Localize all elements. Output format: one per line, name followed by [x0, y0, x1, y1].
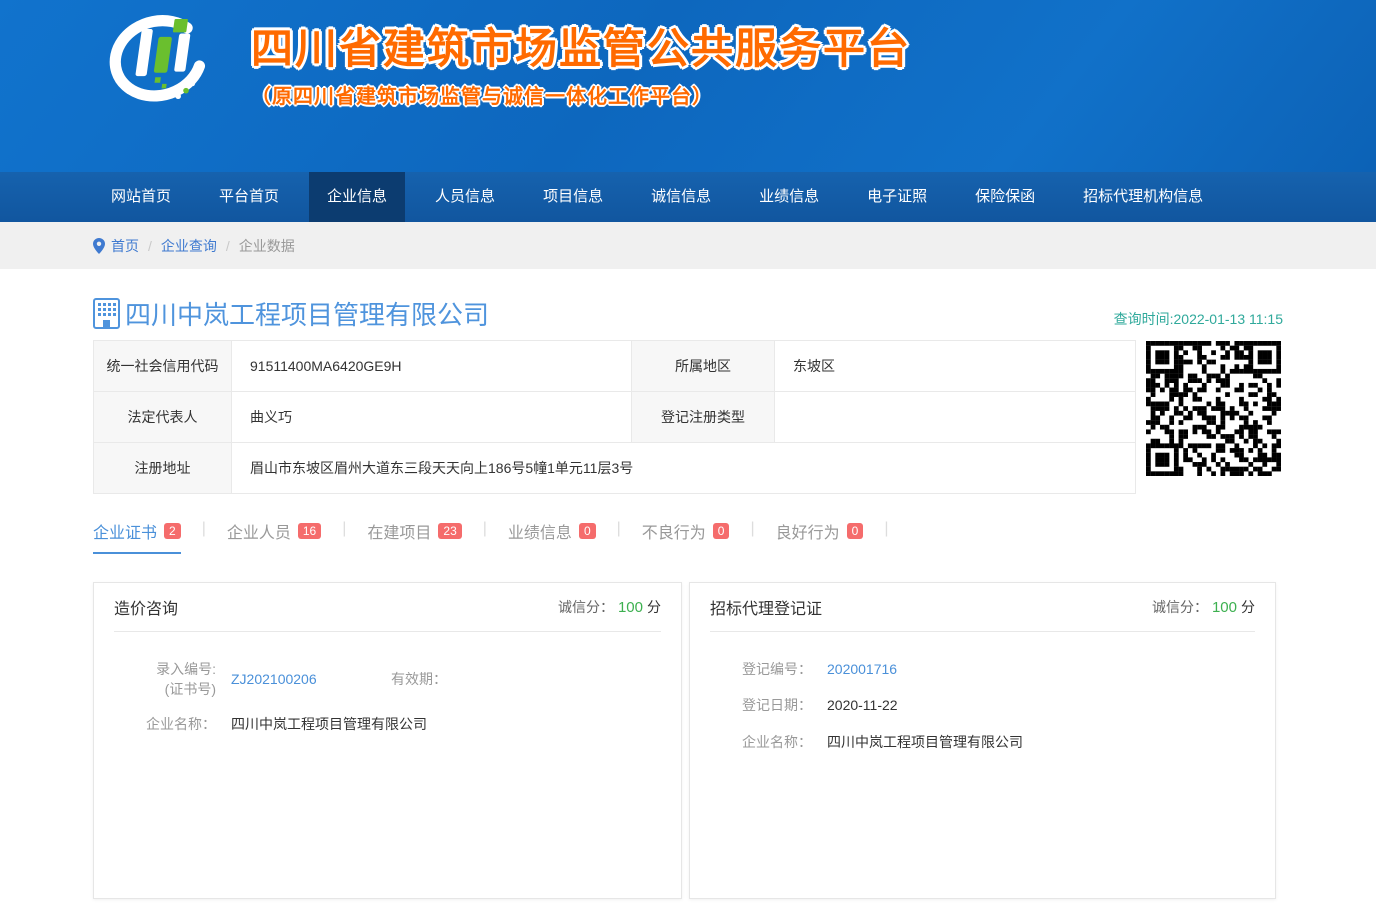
tab-separator: |: [342, 519, 346, 538]
nav-item-project-info[interactable]: 项目信息: [525, 172, 621, 222]
credit-score-unit: 分: [647, 599, 661, 615]
nav-item-home[interactable]: 网站首页: [93, 172, 189, 222]
qr-code: [1146, 341, 1281, 476]
nav-item-platform-home[interactable]: 平台首页: [201, 172, 297, 222]
enterprise-name-value: 四川中岚工程项目管理有限公司: [827, 732, 1023, 752]
region-value: 东坡区: [775, 341, 1136, 392]
credit-score-label: 诚信分：: [558, 599, 614, 615]
breadcrumb-current: 企业数据: [239, 236, 295, 256]
certificate-number-link[interactable]: ZJ202100206: [231, 671, 391, 687]
registered-address-value: 眉山市东坡区眉州大道东三段天天向上186号5幢1单元11层3号: [232, 443, 1136, 494]
registration-number-link[interactable]: 202001716: [827, 661, 897, 677]
count-badge: 0: [847, 523, 864, 539]
query-time: 查询时间:2022-01-13 11:15: [1114, 309, 1283, 331]
tab-separator: |: [750, 519, 754, 538]
tab-separator: |: [617, 519, 621, 538]
detail-tabs: 企业证书 2 | 企业人员 16 | 在建项目 23 | 业绩信息 0 | 不良…: [93, 519, 1283, 551]
card-title: 招标代理登记证: [710, 595, 822, 619]
credit-score-label: 诚信分：: [1152, 599, 1208, 615]
field-label: 统一社会信用代码: [94, 341, 232, 392]
field-label: 注册地址: [94, 443, 232, 494]
count-badge: 23: [438, 523, 461, 539]
company-info-table: 统一社会信用代码 91511400MA6420GE9H 所属地区 东坡区 法定代…: [93, 340, 1136, 494]
card-title: 造价咨询: [114, 595, 178, 619]
tab-label: 不良行为: [642, 519, 706, 543]
credit-code-value: 91511400MA6420GE9H: [232, 341, 632, 392]
table-row: 法定代表人 曲义巧 登记注册类型: [94, 392, 1136, 443]
count-badge: 2: [164, 523, 181, 539]
field-label: 登记日期：: [690, 695, 812, 715]
main-content: 四川中岚工程项目管理有限公司 查询时间:2022-01-13 11:15 统一社…: [93, 295, 1283, 899]
tab-separator: |: [202, 519, 206, 538]
field-label: 登记注册类型: [632, 392, 775, 443]
tab-projects-in-progress[interactable]: 在建项目 23: [367, 519, 461, 554]
tab-good-behavior[interactable]: 良好行为 0: [776, 519, 864, 554]
count-badge: 0: [713, 523, 730, 539]
registration-type-value: [775, 392, 1136, 443]
location-pin-icon: [93, 238, 105, 254]
registration-date-value: 2020-11-22: [827, 697, 898, 713]
site-header: 四川省建筑市场监管公共服务平台 （原四川省建筑市场监管与诚信一体化工作平台）: [0, 0, 1376, 172]
field-label: 登记编号：: [690, 659, 812, 679]
breadcrumb-home[interactable]: 首页: [111, 236, 139, 256]
tab-enterprise-certificates[interactable]: 企业证书 2: [93, 519, 181, 554]
tab-label: 业绩信息: [508, 519, 572, 543]
breadcrumb-separator: /: [226, 238, 230, 254]
tab-label: 良好行为: [776, 519, 840, 543]
field-label: 企业名称：: [690, 732, 812, 752]
site-subtitle: （原四川省建筑市场监管与诚信一体化工作平台）: [251, 80, 911, 109]
field-label: 录入编号: (证书号): [94, 659, 216, 700]
credit-score-value: 100: [618, 599, 643, 616]
credit-score: 诚信分：100分: [558, 597, 661, 617]
tab-separator: |: [483, 519, 487, 538]
tab-bad-behavior[interactable]: 不良行为 0: [642, 519, 730, 554]
certificate-card-cost-consulting: 造价咨询 诚信分：100分 录入编号: (证书号) ZJ202100206 有效…: [93, 582, 682, 899]
nav-item-insurance[interactable]: 保险保函: [957, 172, 1053, 222]
tab-enterprise-personnel[interactable]: 企业人员 16: [227, 519, 321, 554]
count-badge: 0: [579, 523, 596, 539]
breadcrumb: 首页 / 企业查询 / 企业数据: [0, 222, 1376, 269]
field-label: 法定代表人: [94, 392, 232, 443]
site-logo-icon: [99, 10, 217, 122]
nav-item-bidding-agency[interactable]: 招标代理机构信息: [1065, 172, 1221, 222]
legal-representative-value: 曲义巧: [232, 392, 632, 443]
tab-performance-info[interactable]: 业绩信息 0: [508, 519, 596, 554]
nav-item-personnel-info[interactable]: 人员信息: [417, 172, 513, 222]
enterprise-name-value: 四川中岚工程项目管理有限公司: [231, 714, 427, 734]
nav-item-enterprise-info[interactable]: 企业信息: [309, 172, 405, 222]
count-badge: 16: [298, 523, 321, 539]
credit-score-value: 100: [1212, 599, 1237, 616]
certificate-card-bidding-agency: 招标代理登记证 诚信分：100分 登记编号： 202001716 登记日期： 2…: [689, 582, 1276, 899]
credit-score: 诚信分：100分: [1152, 597, 1255, 617]
tab-separator: |: [884, 519, 888, 538]
building-icon: [93, 298, 120, 329]
tab-label: 在建项目: [367, 519, 431, 543]
breadcrumb-enterprise-query[interactable]: 企业查询: [161, 236, 217, 256]
table-row: 统一社会信用代码 91511400MA6420GE9H 所属地区 东坡区: [94, 341, 1136, 392]
nav-item-credit-info[interactable]: 诚信信息: [633, 172, 729, 222]
tab-label: 企业证书: [93, 519, 157, 543]
table-row: 注册地址 眉山市东坡区眉州大道东三段天天向上186号5幢1单元11层3号: [94, 443, 1136, 494]
nav-item-e-certificate[interactable]: 电子证照: [849, 172, 945, 222]
nav-item-performance-info[interactable]: 业绩信息: [741, 172, 837, 222]
main-nav: 网站首页 平台首页 企业信息 人员信息 项目信息 诚信信息 业绩信息 电子证照 …: [0, 172, 1376, 222]
site-title: 四川省建筑市场监管公共服务平台: [251, 26, 911, 72]
breadcrumb-separator: /: [148, 238, 152, 254]
field-label: 有效期：: [391, 669, 447, 689]
field-label: 所属地区: [632, 341, 775, 392]
page-title-company-name: 四川中岚工程项目管理有限公司: [125, 295, 489, 332]
tab-label: 企业人员: [227, 519, 291, 543]
field-label: 企业名称：: [94, 714, 216, 734]
credit-score-unit: 分: [1241, 599, 1255, 615]
